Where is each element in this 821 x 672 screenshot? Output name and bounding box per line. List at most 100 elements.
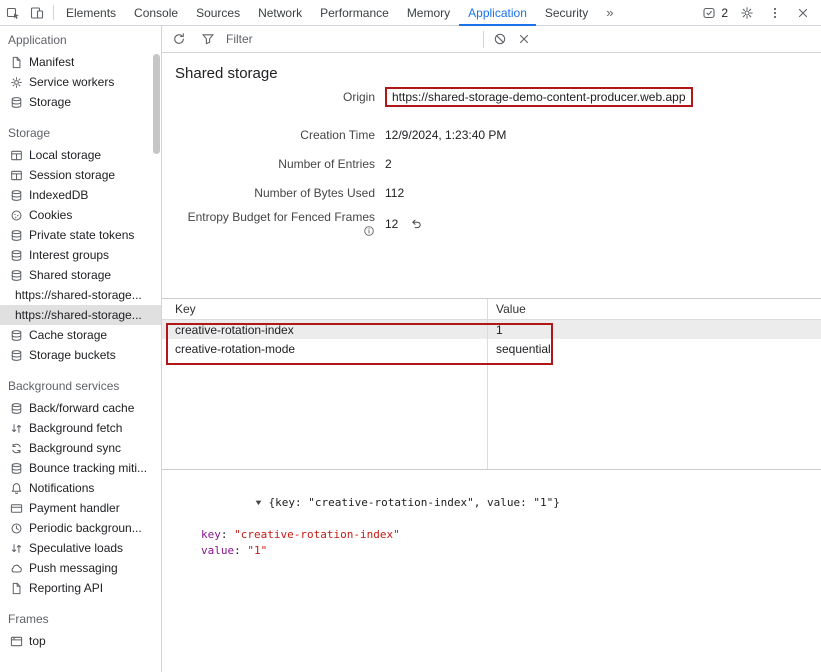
database-icon: [9, 348, 23, 362]
column-header-key[interactable]: Key: [162, 302, 487, 316]
refresh-icon[interactable]: [167, 27, 191, 51]
sidebar-item-label: Service workers: [29, 75, 114, 89]
table-column-divider[interactable]: [487, 299, 488, 469]
more-tabs-button[interactable]: »: [597, 0, 622, 25]
sidebar-item-local-storage[interactable]: Local storage: [0, 145, 161, 165]
meta-label: Creation Time: [175, 128, 375, 142]
tabbar-right-icons: 2: [698, 0, 821, 25]
cloud-icon: [9, 561, 23, 575]
sidebar-item-label: Private state tokens: [29, 228, 134, 242]
info-icon[interactable]: [363, 225, 375, 237]
database-icon: [9, 328, 23, 342]
sidebar-item-session-storage[interactable]: Session storage: [0, 165, 161, 185]
database-icon: [9, 401, 23, 415]
error-badge-icon: [701, 1, 717, 25]
tab-application[interactable]: Application: [459, 0, 536, 25]
table-row-creative-rotation-mode[interactable]: creative-rotation-modesequential: [162, 339, 821, 358]
sidebar-item-indexeddb[interactable]: IndexedDB: [0, 185, 161, 205]
sidebar-item-reporting-api[interactable]: Reporting API: [0, 578, 161, 598]
frame-icon: [9, 634, 23, 648]
meta-row-origin: Originhttps://shared-storage-demo-conten…: [175, 82, 821, 112]
fetch-icon: [9, 421, 23, 435]
sidebar-item-shared-storage[interactable]: Shared storage: [0, 265, 161, 285]
tab-elements[interactable]: Elements: [57, 0, 125, 25]
reset-budget-icon[interactable]: [410, 217, 423, 230]
preview-property-value: value: "1": [175, 543, 821, 559]
sidebar-item-storage[interactable]: Storage: [0, 92, 161, 112]
loads-icon: [9, 541, 23, 555]
sidebar-section-application: Application: [0, 26, 161, 52]
sidebar-item-periodic-backgroun[interactable]: Periodic backgroun...: [0, 518, 161, 538]
sidebar-item-https-shared-storage-8[interactable]: https://shared-storage...: [0, 305, 161, 325]
triangle-down-icon[interactable]: [254, 498, 264, 507]
sidebar-item-label: https://shared-storage...: [15, 308, 142, 322]
sidebar-item-interest-groups[interactable]: Interest groups: [0, 245, 161, 265]
sidebar-section-background-services: Background services: [0, 365, 161, 398]
error-count: 2: [721, 6, 728, 20]
sidebar-item-label: Push messaging: [29, 561, 118, 575]
report-icon: [9, 581, 23, 595]
sidebar-item-push-messaging[interactable]: Push messaging: [0, 558, 161, 578]
meta-value: 2: [385, 157, 392, 171]
tab-sources[interactable]: Sources: [187, 0, 249, 25]
sidebar-item-label: top: [29, 634, 46, 648]
sidebar-item-private-state-tokens[interactable]: Private state tokens: [0, 225, 161, 245]
block-icon[interactable]: [488, 27, 512, 51]
meta-label: Entropy Budget for Fenced Frames: [175, 210, 375, 238]
preview-summary-line: {key: "creative-rotation-index", value: …: [175, 479, 821, 527]
storage-toolbar: [162, 26, 821, 53]
sidebar-item-manifest[interactable]: Manifest: [0, 52, 161, 72]
sidebar-item-bounce-tracking-miti[interactable]: Bounce tracking miti...: [0, 458, 161, 478]
sidebar-item-label: https://shared-storage...: [15, 288, 142, 302]
delete-x-icon[interactable]: [512, 27, 536, 51]
filter-input[interactable]: [226, 32, 446, 46]
sidebar-item-back-forward-cache[interactable]: Back/forward cache: [0, 398, 161, 418]
device-toolbar-icon[interactable]: [25, 1, 49, 25]
tab-memory[interactable]: Memory: [398, 0, 459, 25]
sidebar-item-label: Manifest: [29, 55, 74, 69]
meta-value: 12/9/2024, 1:23:40 PM: [385, 128, 506, 142]
sidebar-item-speculative-loads[interactable]: Speculative loads: [0, 538, 161, 558]
tab-network[interactable]: Network: [249, 0, 311, 25]
sidebar-item-background-sync[interactable]: Background sync: [0, 438, 161, 458]
settings-gear-icon[interactable]: [735, 1, 759, 25]
table-header-row: Key Value: [162, 299, 821, 320]
error-badge[interactable]: 2: [698, 1, 731, 25]
sidebar-item-label: Back/forward cache: [29, 401, 134, 415]
sidebar-item-cache-storage[interactable]: Cache storage: [0, 325, 161, 345]
preview-properties: key: "creative-rotation-index"value: "1": [175, 527, 821, 559]
filter-box: [191, 27, 479, 51]
sidebar-item-https-shared-storage-7[interactable]: https://shared-storage...: [0, 285, 161, 305]
meta-row-entropy-budget-for-fenced-frames: Entropy Budget for Fenced Frames12: [175, 207, 821, 240]
sidebar-item-cookies[interactable]: Cookies: [0, 205, 161, 225]
sidebar-item-storage-buckets[interactable]: Storage buckets: [0, 345, 161, 365]
meta-label: Number of Bytes Used: [175, 186, 375, 200]
property-value: "creative-rotation-index": [234, 528, 400, 541]
sidebar-item-label: IndexedDB: [29, 188, 88, 202]
sidebar-item-label: Cache storage: [29, 328, 107, 342]
annotation-box-origin: https://shared-storage-demo-content-prod…: [385, 87, 693, 107]
tab-security[interactable]: Security: [536, 0, 597, 25]
sidebar-item-label: Notifications: [29, 481, 94, 495]
bell-icon: [9, 481, 23, 495]
sidebar-scrollbar-thumb[interactable]: [153, 54, 160, 154]
inspect-element-icon[interactable]: [1, 1, 25, 25]
sidebar-item-service-workers[interactable]: Service workers: [0, 72, 161, 92]
column-header-value[interactable]: Value: [487, 302, 526, 316]
property-name: value: [201, 544, 234, 557]
tab-console[interactable]: Console: [125, 0, 187, 25]
meta-value-cell: 12/9/2024, 1:23:40 PM: [375, 128, 506, 142]
property-separator: :: [234, 544, 247, 557]
kebab-menu-icon[interactable]: [763, 1, 787, 25]
sidebar-tree: Application Manifest Service workers Storag…: [0, 26, 161, 651]
sidebar-item-notifications[interactable]: Notifications: [0, 478, 161, 498]
devtools-tabs: ElementsConsoleSourcesNetworkPerformance…: [57, 0, 597, 25]
sidebar-item-label: Background sync: [29, 441, 121, 455]
close-devtools-icon[interactable]: [791, 1, 815, 25]
table-row-creative-rotation-index[interactable]: creative-rotation-index1: [162, 320, 821, 339]
sidebar-item-payment-handler[interactable]: Payment handler: [0, 498, 161, 518]
clock-icon: [9, 521, 23, 535]
tab-performance[interactable]: Performance: [311, 0, 398, 25]
sidebar-item-background-fetch[interactable]: Background fetch: [0, 418, 161, 438]
sidebar-item-top[interactable]: top: [0, 631, 161, 651]
